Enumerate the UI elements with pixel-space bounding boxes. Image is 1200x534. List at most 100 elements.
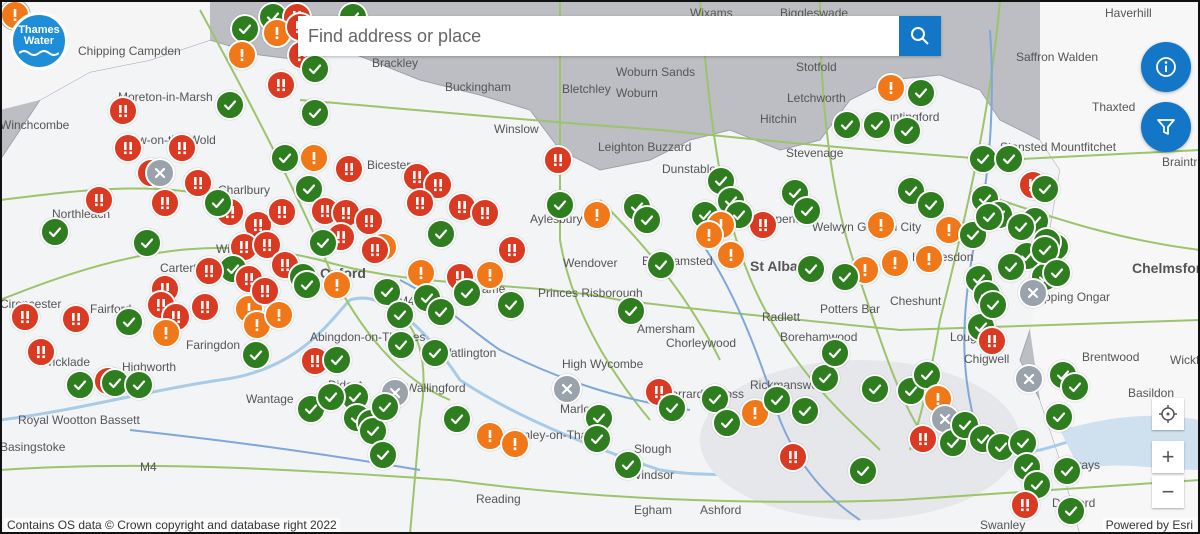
map-marker-warning[interactable] xyxy=(500,429,530,459)
map-marker-ok[interactable] xyxy=(308,228,338,258)
map-marker-alert[interactable] xyxy=(1010,490,1040,520)
map-marker-alert[interactable] xyxy=(84,185,114,215)
map-marker-ok[interactable] xyxy=(292,270,322,300)
map-marker-warning[interactable] xyxy=(299,143,329,173)
map-marker-ok[interactable] xyxy=(241,340,271,370)
map-marker-alert[interactable] xyxy=(497,235,527,265)
map-marker-alert[interactable] xyxy=(778,442,808,472)
map-marker-ok[interactable] xyxy=(65,370,95,400)
map-marker-closed[interactable] xyxy=(1018,278,1048,308)
map-marker-ok[interactable] xyxy=(657,393,687,423)
map-marker-ok[interactable] xyxy=(862,110,892,140)
map-marker-ok[interactable] xyxy=(820,338,850,368)
map-marker-ok[interactable] xyxy=(124,370,154,400)
map-marker-ok[interactable] xyxy=(582,424,612,454)
map-marker-ok[interactable] xyxy=(132,228,162,258)
map-marker-ok[interactable] xyxy=(215,90,245,120)
map-marker-ok[interactable] xyxy=(368,440,398,470)
map-marker-ok[interactable] xyxy=(442,404,472,434)
map-marker-ok[interactable] xyxy=(632,205,662,235)
map-marker-alert[interactable] xyxy=(543,145,573,175)
map-marker-alert[interactable] xyxy=(167,133,197,163)
map-marker-ok[interactable] xyxy=(426,219,456,249)
map-marker-warning[interactable] xyxy=(264,300,294,330)
locate-button[interactable] xyxy=(1152,398,1184,430)
map-marker-alert[interactable] xyxy=(908,424,938,454)
map-marker-ok[interactable] xyxy=(906,78,936,108)
map-marker-alert[interactable] xyxy=(360,235,390,265)
map-marker-warning[interactable] xyxy=(880,248,910,278)
map-marker-ok[interactable] xyxy=(616,296,646,326)
map-marker-ok[interactable] xyxy=(996,252,1026,282)
map-marker-ok[interactable] xyxy=(892,116,922,146)
map-marker-ok[interactable] xyxy=(385,300,415,330)
map-marker-ok[interactable] xyxy=(316,382,346,412)
map-marker-alert[interactable] xyxy=(108,96,138,126)
map-marker-alert[interactable] xyxy=(334,154,364,184)
map-marker-ok[interactable] xyxy=(300,54,330,84)
info-button[interactable] xyxy=(1141,42,1191,92)
map-marker-ok[interactable] xyxy=(1052,456,1082,486)
map-marker-alert[interactable] xyxy=(61,304,91,334)
map-marker-alert[interactable] xyxy=(267,197,297,227)
map-marker-ok[interactable] xyxy=(762,385,792,415)
map-marker-alert[interactable] xyxy=(113,133,143,163)
map-marker-ok[interactable] xyxy=(1030,174,1060,204)
map-marker-ok[interactable] xyxy=(545,190,575,220)
map-marker-ok[interactable] xyxy=(1060,372,1090,402)
zoom-in-button[interactable]: + xyxy=(1152,441,1184,473)
map-marker-ok[interactable] xyxy=(796,254,826,284)
map-marker-ok[interactable] xyxy=(1056,496,1086,526)
map-marker-warning[interactable] xyxy=(322,270,352,300)
zoom-out-button[interactable]: − xyxy=(1152,476,1184,508)
map-marker-ok[interactable] xyxy=(322,345,352,375)
map-marker-ok[interactable] xyxy=(370,392,400,422)
map-marker-alert[interactable] xyxy=(405,188,435,218)
map-marker-ok[interactable] xyxy=(1042,258,1072,288)
map-marker-warning[interactable] xyxy=(876,73,906,103)
map-marker-ok[interactable] xyxy=(270,143,300,173)
map-marker-ok[interactable] xyxy=(832,110,862,140)
map-marker-ok[interactable] xyxy=(860,374,890,404)
map-marker-ok[interactable] xyxy=(496,290,526,320)
map-marker-ok[interactable] xyxy=(40,217,70,247)
search-input[interactable] xyxy=(298,16,899,56)
map-marker-ok[interactable] xyxy=(613,450,643,480)
map-marker-ok[interactable] xyxy=(792,196,822,226)
map-marker-alert[interactable] xyxy=(266,70,296,100)
map-marker-ok[interactable] xyxy=(994,144,1024,174)
map-marker-alert[interactable] xyxy=(150,188,180,218)
map-marker-ok[interactable] xyxy=(712,408,742,438)
map-marker-alert[interactable] xyxy=(26,337,56,367)
map-marker-alert[interactable] xyxy=(194,256,224,286)
filter-button[interactable] xyxy=(1141,102,1191,152)
map-marker-ok[interactable] xyxy=(420,338,450,368)
map-marker-ok[interactable] xyxy=(1044,402,1074,432)
map-marker-closed[interactable] xyxy=(145,158,175,188)
map-marker-alert[interactable] xyxy=(190,292,220,322)
map-marker-ok[interactable] xyxy=(452,278,482,308)
map-marker-ok[interactable] xyxy=(830,262,860,292)
map-marker-ok[interactable] xyxy=(646,250,676,280)
map-marker-ok[interactable] xyxy=(790,396,820,426)
map-marker-ok[interactable] xyxy=(114,307,144,337)
map-marker-warning[interactable] xyxy=(582,200,612,230)
map-marker-warning[interactable] xyxy=(866,210,896,240)
search-button[interactable] xyxy=(899,16,941,56)
map-marker-ok[interactable] xyxy=(386,330,416,360)
map-marker-ok[interactable] xyxy=(848,456,878,486)
map-marker-warning[interactable] xyxy=(151,318,181,348)
map-marker-ok[interactable] xyxy=(300,98,330,128)
map-marker-ok[interactable] xyxy=(978,290,1008,320)
map-marker-alert[interactable] xyxy=(977,326,1007,356)
map-marker-ok[interactable] xyxy=(974,202,1004,232)
map-marker-warning[interactable] xyxy=(227,40,257,70)
map-marker-closed[interactable] xyxy=(552,374,582,404)
map-marker-ok[interactable] xyxy=(203,188,233,218)
map-view[interactable]: Chipping Campden Brackley Wixams Biggleswad… xyxy=(0,0,1200,534)
map-marker-warning[interactable] xyxy=(694,220,724,250)
map-marker-ok[interactable] xyxy=(426,297,456,327)
map-marker-alert[interactable] xyxy=(10,302,40,332)
map-marker-alert[interactable] xyxy=(470,198,500,228)
map-marker-closed[interactable] xyxy=(1014,364,1044,394)
